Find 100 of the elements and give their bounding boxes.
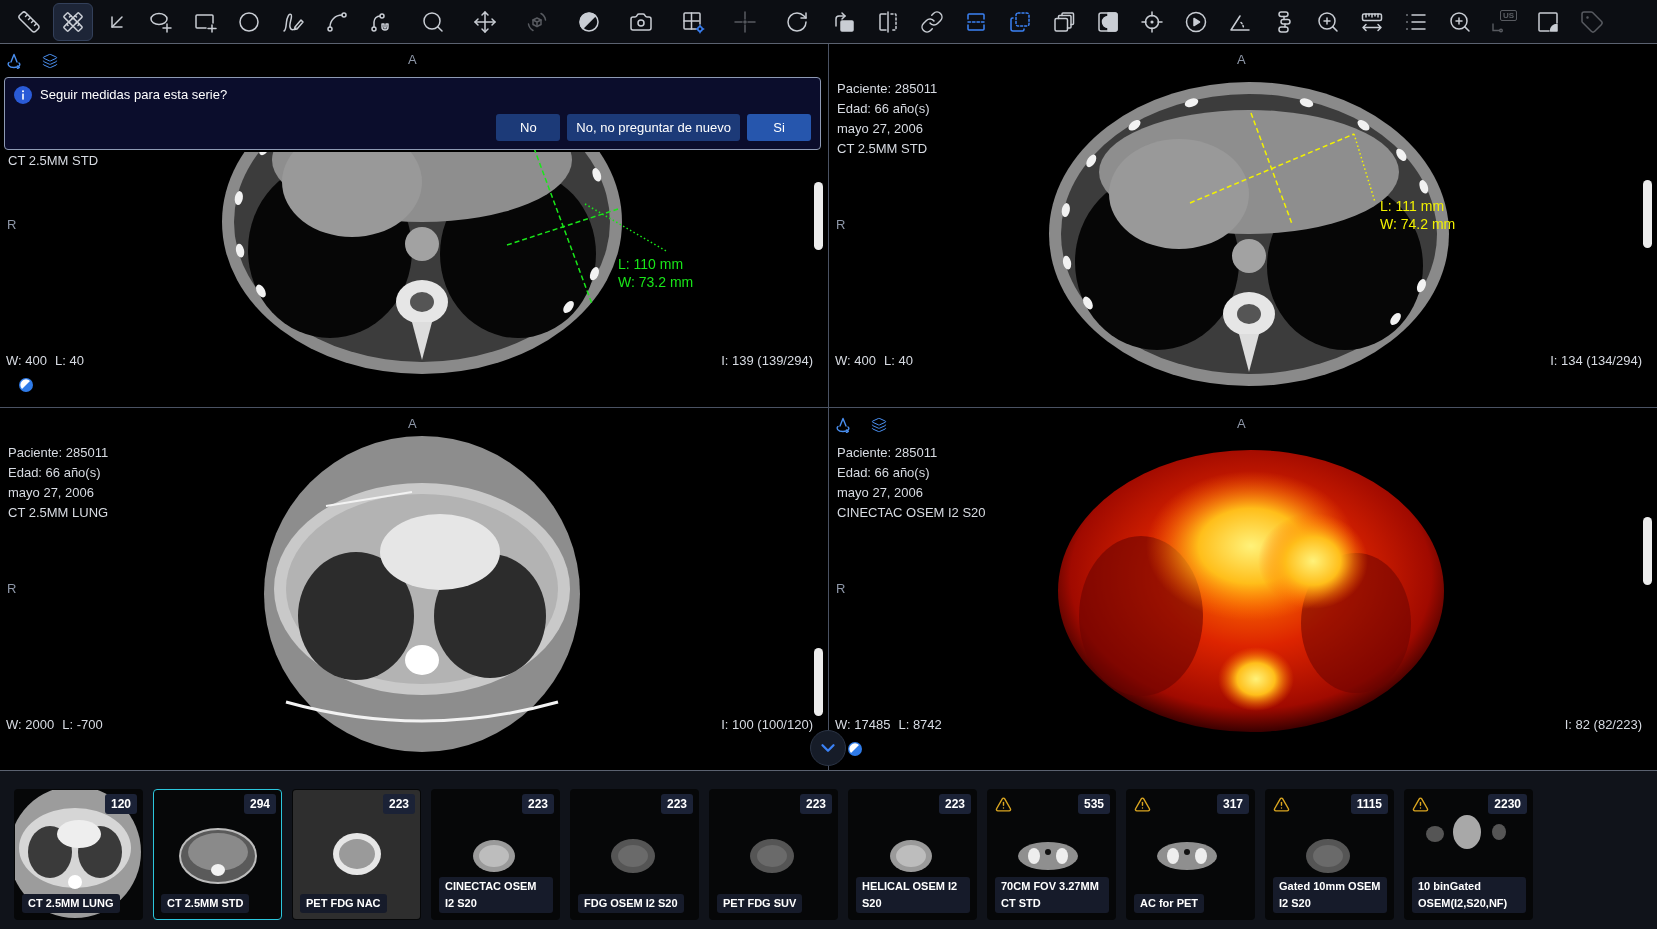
scrollbar-thumb[interactable]: [1643, 516, 1652, 585]
ruler-icon: [17, 9, 41, 34]
pet-scan-thumbnail-drawing: [611, 839, 655, 873]
series-label: 70CM FOV 3.27MM CT STD: [995, 877, 1109, 913]
invert-icon: [1096, 9, 1120, 34]
crosshair-icon: [733, 9, 757, 34]
dialog-button[interactable]: No, no preguntar de nuevo: [567, 114, 740, 141]
zoom-in-icon: [1448, 9, 1472, 34]
series-thumbnail[interactable]: 535 70CM FOV 3.27MM CT STD: [987, 789, 1116, 920]
window-level-text: L: 40: [883, 353, 913, 369]
image-count: 120: [104, 794, 137, 814]
orientation-label: A: [408, 415, 417, 432]
window-width-text: W: 400: [835, 353, 876, 369]
series-thumbnail[interactable]: 223 CINECTAC OSEM I2 S20: [431, 789, 560, 920]
overlay-info-text: Paciente: 285011: [8, 443, 109, 462]
image-index-text: I: 139 (139/294): [721, 353, 813, 369]
info-icon: [14, 86, 32, 104]
rotate-icon: [785, 9, 809, 34]
orientation-label: A: [408, 52, 417, 68]
image-count: 535: [1077, 794, 1110, 814]
series-thumbnail[interactable]: 223 PET FDG SUV: [709, 789, 838, 920]
crossed-rulers-icon: [61, 9, 85, 34]
dashed-squares-icon: [1008, 9, 1032, 34]
image-count: 317: [1216, 794, 1249, 814]
rectangle-corner-icon: [1536, 9, 1560, 34]
series-thumbnail[interactable]: 223 HELICAL OSEM I2 S20: [848, 789, 977, 920]
scrollbar-thumb[interactable]: [1643, 180, 1652, 248]
measurement-width-label: W: 73.2 mm: [618, 273, 694, 291]
dialog-message: Seguir medidas para esta serie?: [40, 86, 228, 104]
scrollbar-thumb[interactable]: [814, 647, 823, 716]
series-label: CT 2.5MM STD: [161, 894, 250, 913]
series-label: FDG OSEM I2 S20: [578, 894, 684, 913]
link-icon: [920, 9, 944, 34]
layers-icon[interactable]: [871, 416, 887, 433]
window-width-text: W: 400: [6, 353, 47, 369]
series-label: 10 binGated OSEM(I2,S20,NF): [1412, 877, 1526, 913]
series-thumbnail[interactable]: 120 CT 2.5MM LUNG: [14, 789, 143, 920]
orientation-label: R: [836, 217, 846, 233]
overlay-info-text: Edad: 66 año(s): [8, 463, 102, 482]
series-label: CT 2.5MM LUNG: [22, 894, 120, 913]
measurement-length-label: L: 110 mm: [618, 255, 685, 273]
window-width-text: W: 2000: [6, 716, 55, 733]
image-count: 223: [521, 794, 554, 814]
overlay-info-text: mayo 27, 2006: [8, 483, 95, 502]
image-index-text: I: 100 (100/120): [721, 716, 813, 733]
overlay-info-text: Edad: 66 año(s): [837, 463, 931, 482]
series-label: PET FDG NAC: [300, 894, 387, 913]
contrast-icon[interactable]: [19, 378, 33, 392]
orientation-rotate-icon[interactable]: [835, 416, 851, 433]
tool-button[interactable]: [53, 2, 93, 41]
orientation-label: A: [1237, 52, 1246, 68]
target-icon: [1140, 9, 1164, 34]
image-index-text: I: 134 (134/294): [1550, 353, 1642, 369]
series-label: PET FDG SUV: [717, 894, 803, 913]
image-count: 294: [243, 794, 276, 814]
image-count: 223: [382, 794, 415, 814]
series-label: HELICAL OSEM I2 S20: [856, 877, 970, 913]
pet-scan-thumbnail-drawing: [750, 839, 794, 873]
overlay-info-text: mayo 27, 2006: [837, 120, 924, 138]
dialog-button[interactable]: Si: [747, 114, 811, 141]
window-width-text: W: 17485: [835, 716, 891, 733]
scrollbar-thumb[interactable]: [814, 182, 823, 250]
ct-scan-thumbnail-drawing: [1157, 842, 1217, 870]
series-label: Gated 10mm OSEM I2 S20: [1273, 877, 1387, 913]
rotate-rectangle-icon: [832, 9, 856, 34]
flip-icon: [876, 9, 900, 34]
layers-icon[interactable]: [42, 53, 58, 69]
series-thumbnail[interactable]: 223 FDG OSEM I2 S20: [570, 789, 699, 920]
zoom-in-icon: [1316, 9, 1340, 34]
overlay-info-text: Edad: 66 año(s): [837, 100, 931, 118]
dialog-button[interactable]: No: [496, 114, 561, 141]
window-level-text: L: 40: [54, 353, 84, 369]
image-count: 223: [799, 794, 832, 814]
pet-scan-thumbnail-drawing: [890, 840, 932, 872]
measurement-length-label: L: 111 mm: [1380, 197, 1446, 215]
orientation-rotate-icon[interactable]: [6, 53, 22, 69]
pet-scan-thumbnail-drawing: [1306, 839, 1350, 873]
overlay-info-text: CT 2.5MM STD: [8, 152, 100, 170]
image-count: 1115: [1350, 794, 1388, 814]
image-count: 2230: [1488, 794, 1527, 814]
series-thumbnail[interactable]: 317 AC for PET: [1126, 789, 1255, 920]
search-icon: [421, 9, 445, 34]
grid-gear-icon: [681, 9, 705, 34]
move-icon: [473, 9, 497, 34]
series-thumbnail[interactable]: 223 PET FDG NAC: [292, 789, 421, 920]
series-thumbnail[interactable]: 1115 Gated 10mm OSEM I2 S20: [1265, 789, 1394, 920]
series-thumbnail[interactable]: 2230 10 binGated OSEM(I2,S20,NF): [1404, 789, 1533, 920]
series-label: CINECTAC OSEM I2 S20: [439, 877, 553, 913]
orientation-label: A: [1237, 415, 1246, 432]
tag-icon: [1580, 9, 1604, 34]
overlay-info-text: CINECTAC OSEM I2 S20: [837, 503, 986, 522]
series-thumbnail[interactable]: 294 CT 2.5MM STD: [153, 789, 282, 920]
circle-icon: [237, 9, 261, 34]
measurement-lines[interactable]: [1189, 112, 1376, 225]
contrast-icon: [577, 9, 601, 34]
play-icon: [1184, 9, 1208, 34]
contrast-icon[interactable]: [848, 741, 862, 756]
window-level-text: L: 8742: [898, 716, 942, 733]
curve-icon: [325, 9, 349, 34]
connector-icon: [1491, 22, 1503, 34]
